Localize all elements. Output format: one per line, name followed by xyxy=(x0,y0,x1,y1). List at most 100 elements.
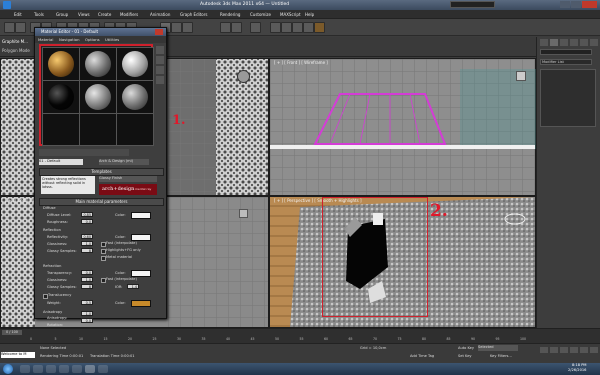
translucency-color-swatch[interactable] xyxy=(131,300,151,307)
ribbon-tab[interactable]: Graphite M... xyxy=(2,39,28,44)
rotation-spinner[interactable]: 0,0 xyxy=(81,318,93,323)
material-toolbar[interactable] xyxy=(39,149,129,156)
schematic-view-icon[interactable] xyxy=(281,22,292,33)
key-filters-button[interactable]: Key Filters... xyxy=(490,354,512,358)
menu-options[interactable]: Options xyxy=(85,37,100,42)
backlight-icon[interactable] xyxy=(156,56,164,64)
refraction-samples-spinner[interactable]: 8 xyxy=(81,284,93,289)
utilities-tab-icon[interactable] xyxy=(590,39,598,46)
templates-rollout-header[interactable]: Templates xyxy=(39,168,164,176)
display-tab-icon[interactable] xyxy=(580,39,588,46)
auto-key-button[interactable]: Auto Key xyxy=(458,346,474,350)
material-type-button[interactable]: Arch & Design (mi) xyxy=(99,159,149,165)
options-icon[interactable] xyxy=(156,76,164,84)
render-setup-icon[interactable] xyxy=(303,22,314,33)
sample-slot-2[interactable] xyxy=(79,47,117,81)
refraction-glossiness-spinner[interactable]: 1,0 xyxy=(81,277,93,282)
pan-icon[interactable] xyxy=(570,347,578,353)
sample-slot-7[interactable] xyxy=(42,113,80,146)
sample-slot-8[interactable] xyxy=(79,113,117,146)
curve-editor-icon[interactable] xyxy=(270,22,281,33)
media-taskbar-icon[interactable] xyxy=(59,365,69,373)
viewcube-icon[interactable] xyxy=(516,71,526,81)
sample-slot-5[interactable] xyxy=(79,80,117,114)
menu-animation[interactable]: Animation xyxy=(150,12,170,17)
reflectivity-spinner[interactable]: 0,60 xyxy=(81,234,93,239)
template-dropdown[interactable]: Glossy Finish xyxy=(99,176,157,182)
translucency-weight-spinner[interactable]: 0,5 xyxy=(81,300,93,305)
play-icon[interactable] xyxy=(540,347,548,353)
start-button-icon[interactable] xyxy=(3,364,13,374)
maximize-button[interactable] xyxy=(571,1,581,8)
menu-tools[interactable]: Tools xyxy=(34,12,44,17)
anisotropy-spinner[interactable]: 1,0 xyxy=(81,311,93,316)
menu-customize[interactable]: Customize xyxy=(250,12,271,17)
align-icon[interactable] xyxy=(231,22,242,33)
sample-slot-6[interactable] xyxy=(116,80,154,114)
key-mode-dropdown[interactable]: Selected xyxy=(478,345,518,351)
maximize-viewport-icon[interactable] xyxy=(590,347,598,353)
minimize-button[interactable] xyxy=(560,1,570,8)
set-key-button[interactable]: Set Key xyxy=(458,354,472,358)
material-editor-icon[interactable] xyxy=(292,22,303,33)
percent-snap-icon[interactable] xyxy=(182,22,193,33)
transparency-spinner[interactable]: 0,0 xyxy=(81,270,93,275)
menu-rendering[interactable]: Rendering xyxy=(220,12,240,17)
refraction-color-swatch[interactable] xyxy=(131,270,151,277)
ribbon-subtab[interactable]: Polygon Mode xyxy=(2,48,30,53)
menu-modifiers[interactable]: Modifiers xyxy=(120,12,138,17)
photoshop-taskbar-icon[interactable] xyxy=(72,365,82,373)
menu-group[interactable]: Group xyxy=(56,12,68,17)
redo-icon[interactable] xyxy=(15,22,26,33)
menu-utilities[interactable]: Utilities xyxy=(105,37,119,42)
explorer-taskbar-icon[interactable] xyxy=(20,365,30,373)
ior-spinner[interactable]: 1,4 xyxy=(127,284,139,289)
undo-icon[interactable] xyxy=(4,22,15,33)
app-taskbar-icon[interactable] xyxy=(98,365,108,373)
browser-taskbar-icon[interactable] xyxy=(33,365,43,373)
time-slider[interactable]: 0 / 100 xyxy=(2,330,22,335)
layer-manager-icon[interactable] xyxy=(250,22,261,33)
clock-time[interactable]: 8:18 PM xyxy=(572,363,586,367)
menu-edit[interactable]: Edit xyxy=(14,12,22,17)
mirror-icon[interactable] xyxy=(220,22,231,33)
clock-date[interactable]: 2/26/2016 xyxy=(568,368,586,372)
menu-create[interactable]: Create xyxy=(98,12,111,17)
background-icon[interactable] xyxy=(156,66,164,74)
close-button[interactable] xyxy=(155,29,163,35)
menu-views[interactable]: Views xyxy=(78,12,90,17)
diffuse-level-spinner[interactable]: 0,85 xyxy=(81,212,93,217)
skype-taskbar-icon[interactable] xyxy=(46,365,56,373)
glossy-samples-spinner[interactable]: 8 xyxy=(81,248,93,253)
3dsmax-taskbar-icon[interactable] xyxy=(85,365,95,373)
add-time-tag[interactable]: Add Time Tag xyxy=(410,354,434,358)
angle-snap-icon[interactable] xyxy=(171,22,182,33)
motion-tab-icon[interactable] xyxy=(570,39,578,46)
timeline[interactable]: 0 / 100 0 5 10 15 20 25 30 35 40 45 50 55 60 65 70 75 80… xyxy=(0,328,600,343)
object-name-field[interactable] xyxy=(540,49,592,55)
diffuse-roughness-spinner[interactable]: 0,0 xyxy=(81,219,93,224)
menu-maxscript[interactable]: MAXScript xyxy=(280,12,301,17)
glossiness-spinner[interactable]: 1,0 xyxy=(81,241,93,246)
sample-slot-3[interactable] xyxy=(116,47,154,81)
viewcube-icon[interactable] xyxy=(239,209,248,218)
sample-slot-4[interactable] xyxy=(42,80,80,114)
modifier-stack[interactable] xyxy=(540,69,596,127)
modify-tab-icon[interactable] xyxy=(550,39,558,46)
search-field[interactable] xyxy=(450,1,495,8)
material-name-field[interactable]: 01 - Default xyxy=(39,159,83,165)
close-button[interactable] xyxy=(582,1,597,8)
viewport-perspective[interactable]: [ + ] [ Perspective ] [ Smooth + Highlig… xyxy=(269,196,536,328)
reflection-color-swatch[interactable] xyxy=(131,234,151,241)
diffuse-color-swatch[interactable] xyxy=(131,212,151,219)
main-params-rollout-header[interactable]: Main material parameters xyxy=(39,198,164,206)
viewcube-icon[interactable] xyxy=(237,70,250,83)
maxscript-listener[interactable]: Welcome to M xyxy=(1,352,35,358)
viewport-front[interactable]: [ + ] [ Front ] [ Wireframe ] xyxy=(269,58,536,196)
create-tab-icon[interactable] xyxy=(540,39,548,46)
sample-type-icon[interactable] xyxy=(156,46,164,54)
zoom-icon[interactable] xyxy=(560,347,568,353)
menu-material[interactable]: Material xyxy=(38,37,53,42)
viewport-front-label[interactable]: [ + ] [ Front ] [ Wireframe ] xyxy=(274,60,328,65)
sample-slot-1[interactable] xyxy=(42,47,80,81)
